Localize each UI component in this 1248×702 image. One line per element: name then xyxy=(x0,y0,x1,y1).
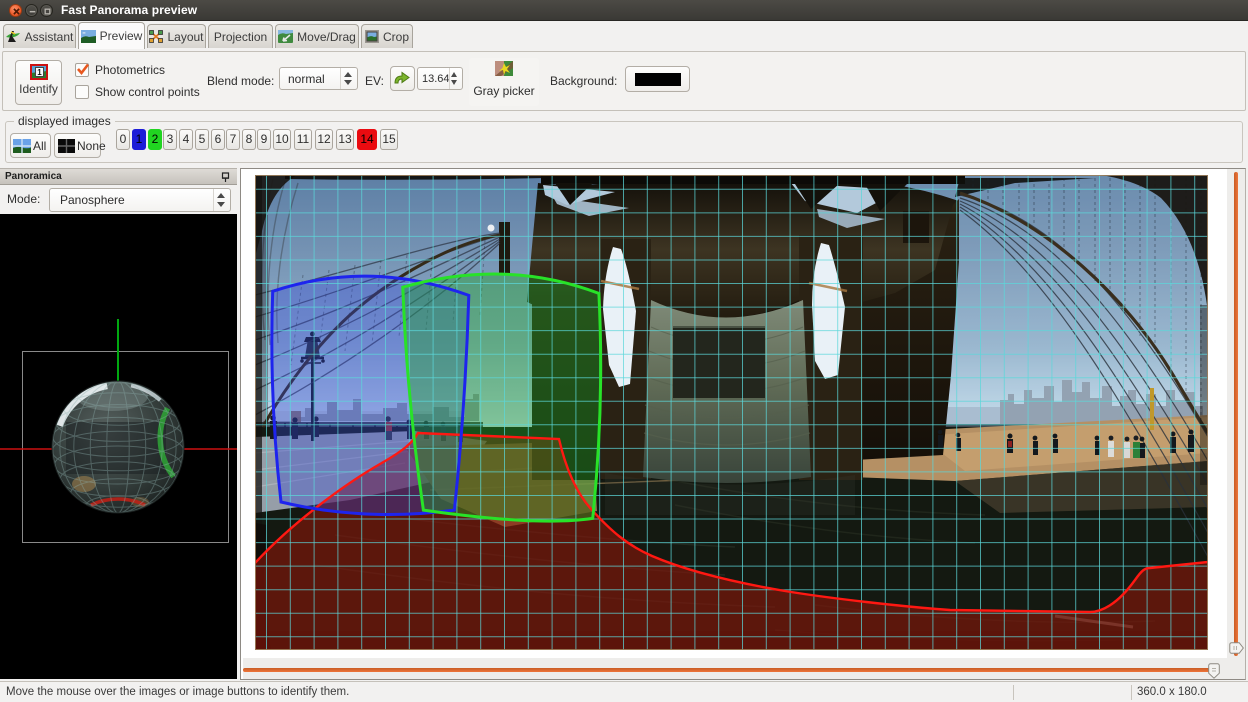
svg-text:1: 1 xyxy=(37,68,42,77)
